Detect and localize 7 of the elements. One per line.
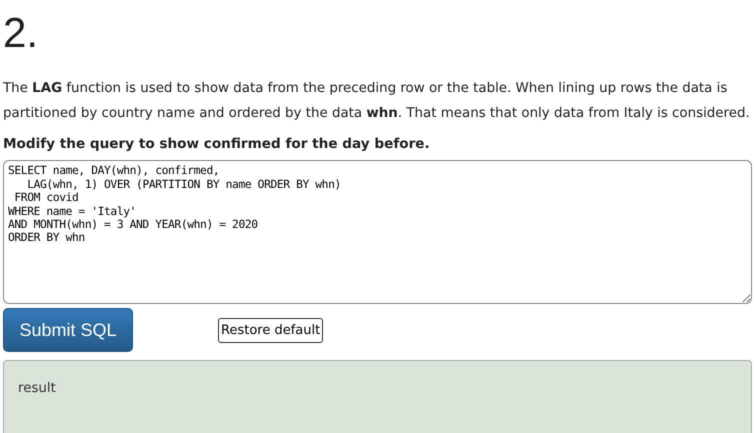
- submit-button[interactable]: Submit SQL: [3, 308, 133, 352]
- result-label: result: [18, 381, 56, 396]
- sql-editor[interactable]: SELECT name, DAY(whn), confirmed, LAG(whn, 1) OVER (PARTITION BY name ORDER BY whn) FROM covid WHERE name = 'Italy' AND MONTH(whn) = 3 AND YEAR(whn) = 2020 ORDER BY whn: [3, 160, 752, 304]
- task-instruction: Modify the query to show confirmed for the day before.: [3, 135, 431, 154]
- description-paragraph: The LAG function is used to show data from the preceding row or the table. When lining up rows the data is partitioned by country name and ordered by the data whn. That means that only data from Italy is considered.: [3, 80, 751, 123]
- restore-button[interactable]: Restore default: [218, 318, 324, 344]
- question-number: 2.: [3, 12, 40, 54]
